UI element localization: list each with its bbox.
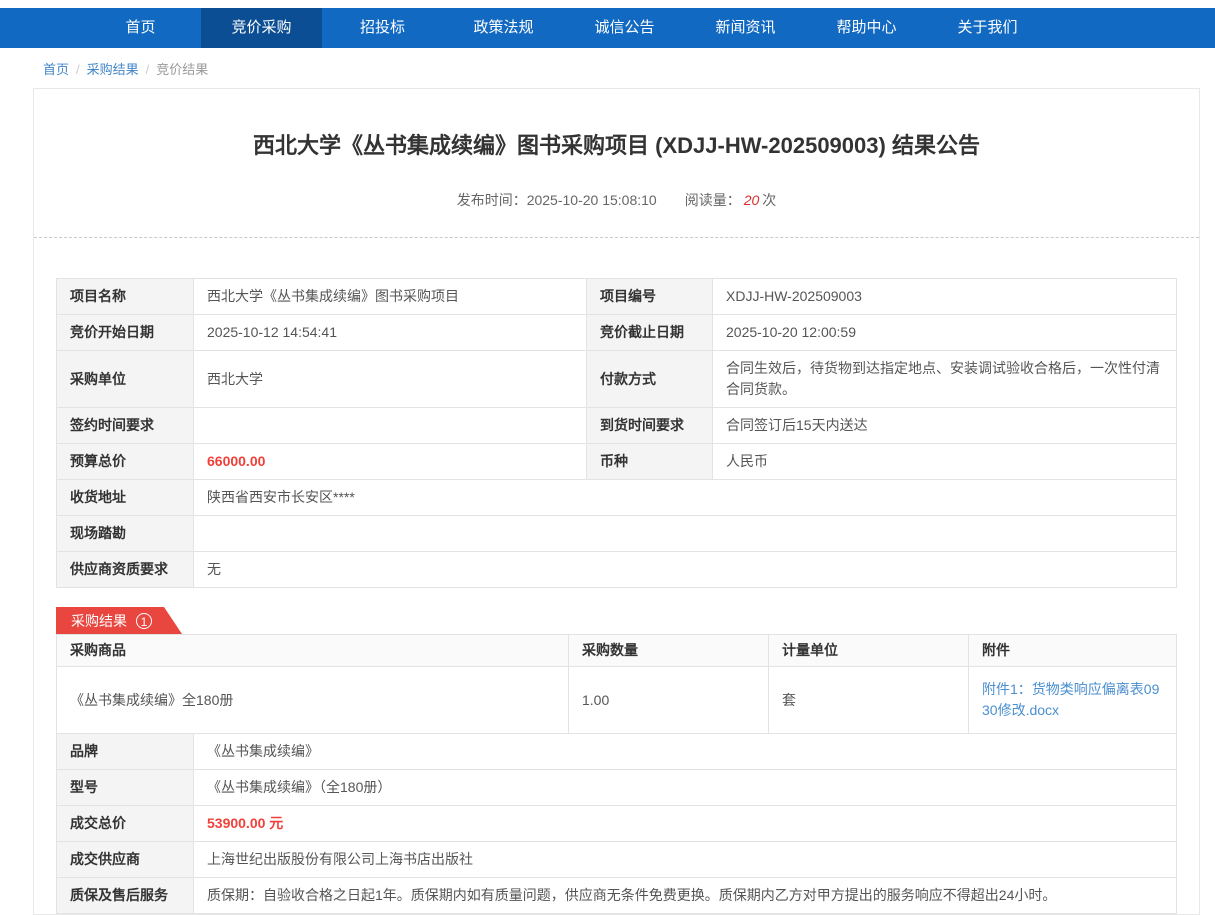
result-tag-label: 采购结果 [71, 611, 127, 631]
info-value: 合同生效后，待货物到达指定地点、安装调试验收合格后，一次性付清合同货款。 [713, 351, 1177, 408]
product-quantity-value: 1.00 [569, 667, 769, 734]
publish-time-label: 发布时间： [457, 192, 527, 208]
table-row: 型号 《丛书集成续编》（全180册） [57, 770, 1177, 806]
info-value [194, 516, 1177, 552]
info-label: 到货时间要求 [587, 408, 713, 444]
info-label: 币种 [587, 444, 713, 480]
info-label: 签约时间要求 [57, 408, 194, 444]
top-strip [0, 0, 1215, 8]
column-header-product: 采购商品 [57, 635, 569, 667]
info-value: 人民币 [713, 444, 1177, 480]
nav-item-about-us[interactable]: 关于我们 [927, 8, 1048, 48]
column-header-quantity: 采购数量 [569, 635, 769, 667]
info-label: 项目名称 [57, 279, 194, 315]
breadcrumb-current-page: 竞价结果 [156, 62, 208, 77]
announcement-card: 西北大学《丛书集成续编》图书采购项目 (XDJJ-HW-202509003) 结… [33, 88, 1200, 915]
table-header-row: 采购商品 采购数量 计量单位 附件 [57, 635, 1177, 667]
table-row: 质保及售后服务 质保期：自验收合格之日起1年。质保期内如有质量问题，供应商无条件… [57, 878, 1177, 914]
column-header-attachment: 附件 [969, 635, 1177, 667]
product-name-value: 《丛书集成续编》全180册 [57, 667, 569, 734]
table-row: 供应商资质要求 无 [57, 552, 1177, 588]
breadcrumb-procurement-results-link[interactable]: 采购结果 [87, 62, 139, 77]
product-unit-value: 套 [769, 667, 969, 734]
purchase-result-table: 采购商品 采购数量 计量单位 附件 《丛书集成续编》全180册 1.00 套 附… [56, 634, 1177, 734]
info-label: 供应商资质要求 [57, 552, 194, 588]
table-row: 收货地址 陕西省西安市长安区**** [57, 480, 1177, 516]
nav-item-home[interactable]: 首页 [80, 8, 201, 48]
breadcrumb-separator: / [76, 62, 80, 77]
info-value: 2025-10-20 12:00:59 [713, 315, 1177, 351]
table-row: 竞价开始日期 2025-10-12 14:54:41 竞价截止日期 2025-1… [57, 315, 1177, 351]
info-value: 无 [194, 552, 1177, 588]
warranty-service-value: 质保期：自验收合格之日起1年。质保期内如有质量问题，供应商无条件免费更换。质保期… [194, 878, 1177, 914]
announcement-body: 项目名称 西北大学《丛书集成续编》图书采购项目 项目编号 XDJJ-HW-202… [34, 238, 1199, 914]
info-value: 陕西省西安市长安区**** [194, 480, 1177, 516]
detail-label: 型号 [57, 770, 194, 806]
announcement-header: 西北大学《丛书集成续编》图书采购项目 (XDJJ-HW-202509003) 结… [34, 89, 1199, 238]
model-value: 《丛书集成续编》（全180册） [194, 770, 1177, 806]
awarded-supplier-value: 上海世纪出版股份有限公司上海书店出版社 [194, 842, 1177, 878]
info-label: 项目编号 [587, 279, 713, 315]
budget-total-value: 66000.00 [194, 444, 587, 480]
info-label: 竞价截止日期 [587, 315, 713, 351]
table-row: 采购单位 西北大学 付款方式 合同生效后，待货物到达指定地点、安装调试验收合格后… [57, 351, 1177, 408]
table-row: 成交供应商 上海世纪出版股份有限公司上海书店出版社 [57, 842, 1177, 878]
views-count: 20 [744, 192, 760, 208]
attachment-link[interactable]: 附件1：货物类响应偏离表0930修改.docx [982, 681, 1159, 718]
views-label: 阅读量： [685, 192, 741, 208]
table-row: 现场踏勘 [57, 516, 1177, 552]
breadcrumb-separator: / [146, 62, 150, 77]
table-row: 签约时间要求 到货时间要求 合同签订后15天内送达 [57, 408, 1177, 444]
nav-item-help-center[interactable]: 帮助中心 [806, 8, 927, 48]
result-section-tag: 采购结果 1 [56, 607, 182, 634]
nav-item-news[interactable]: 新闻资讯 [685, 8, 806, 48]
article-meta: 发布时间：2025-10-20 15:08:10 阅读量：20次 [54, 190, 1179, 210]
detail-label: 品牌 [57, 734, 194, 770]
nav-item-policies[interactable]: 政策法规 [443, 8, 564, 48]
nav-item-bidding-procurement[interactable]: 竞价采购 [201, 8, 322, 48]
info-value: 2025-10-12 14:54:41 [194, 315, 587, 351]
detail-label: 质保及售后服务 [57, 878, 194, 914]
project-info-table: 项目名称 西北大学《丛书集成续编》图书采购项目 项目编号 XDJJ-HW-202… [56, 278, 1177, 588]
info-label: 收货地址 [57, 480, 194, 516]
column-header-unit: 计量单位 [769, 635, 969, 667]
info-value: 西北大学《丛书集成续编》图书采购项目 [194, 279, 587, 315]
info-label: 竞价开始日期 [57, 315, 194, 351]
table-row: 成交总价 53900.00 元 [57, 806, 1177, 842]
table-row: 品牌 《丛书集成续编》 [57, 734, 1177, 770]
detail-label: 成交总价 [57, 806, 194, 842]
views-unit: 次 [762, 192, 776, 208]
breadcrumb: 首页 / 采购结果 / 竞价结果 [0, 48, 1215, 87]
award-detail-table: 品牌 《丛书集成续编》 型号 《丛书集成续编》（全180册） 成交总价 5390… [56, 733, 1177, 914]
table-row: 《丛书集成续编》全180册 1.00 套 附件1：货物类响应偏离表0930修改.… [57, 667, 1177, 734]
info-value [194, 408, 587, 444]
table-row: 预算总价 66000.00 币种 人民币 [57, 444, 1177, 480]
publish-time-value: 2025-10-20 15:08:10 [527, 192, 657, 208]
breadcrumb-home-link[interactable]: 首页 [43, 62, 69, 77]
nav-item-integrity-notice[interactable]: 诚信公告 [564, 8, 685, 48]
info-value: 西北大学 [194, 351, 587, 408]
page-title: 西北大学《丛书集成续编》图书采购项目 (XDJJ-HW-202509003) 结… [54, 133, 1179, 159]
info-label: 付款方式 [587, 351, 713, 408]
brand-value: 《丛书集成续编》 [194, 734, 1177, 770]
info-label: 现场踏勘 [57, 516, 194, 552]
main-nav: 首页 竞价采购 招投标 政策法规 诚信公告 新闻资讯 帮助中心 关于我们 [0, 8, 1215, 48]
info-value: 合同签订后15天内送达 [713, 408, 1177, 444]
info-value: XDJJ-HW-202509003 [713, 279, 1177, 315]
info-label: 采购单位 [57, 351, 194, 408]
attachment-cell: 附件1：货物类响应偏离表0930修改.docx [969, 667, 1177, 734]
result-count-badge: 1 [136, 613, 152, 629]
table-row: 项目名称 西北大学《丛书集成续编》图书采购项目 项目编号 XDJJ-HW-202… [57, 279, 1177, 315]
detail-label: 成交供应商 [57, 842, 194, 878]
award-total-price-value: 53900.00 元 [194, 806, 1177, 842]
nav-item-tendering[interactable]: 招投标 [322, 8, 443, 48]
info-label: 预算总价 [57, 444, 194, 480]
